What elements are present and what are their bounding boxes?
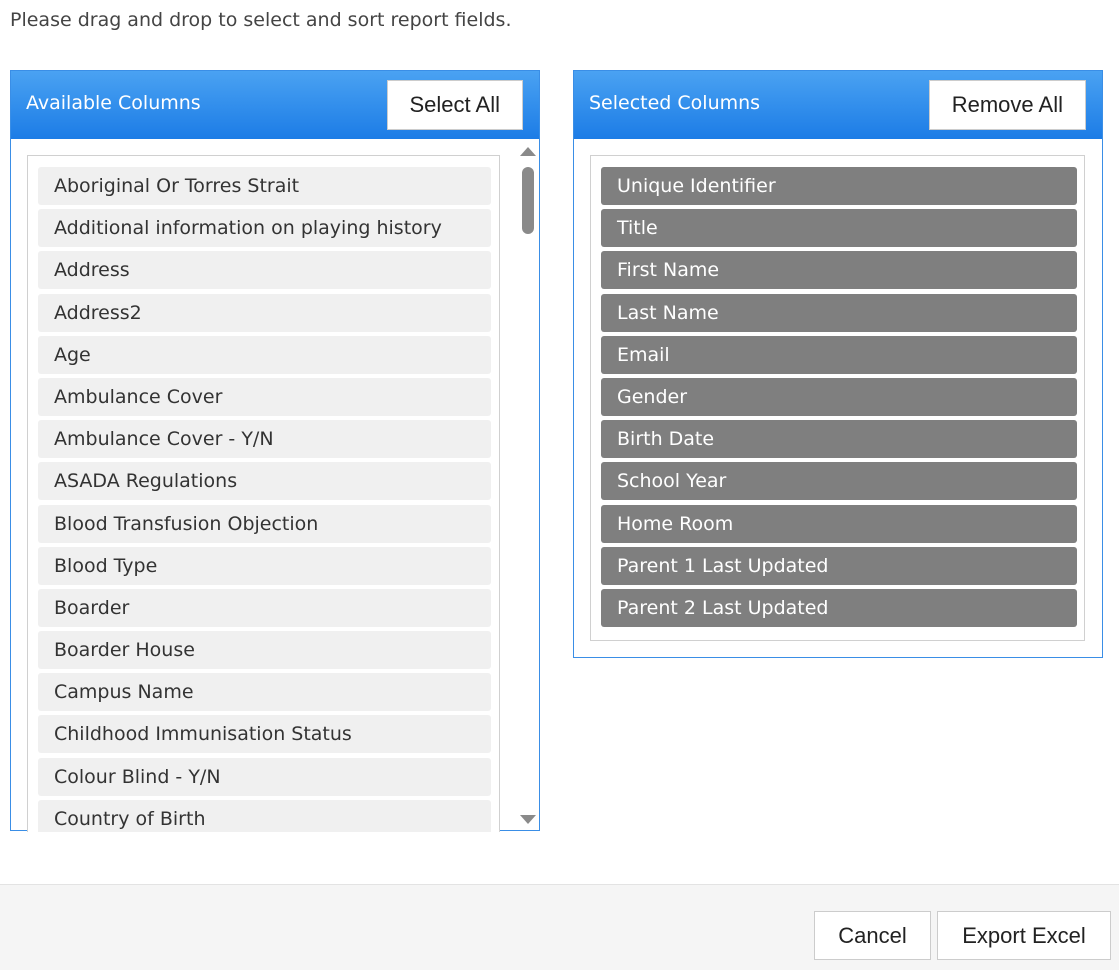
available-columns-header: Available Columns Select All	[11, 71, 539, 139]
available-column-item[interactable]: Ambulance Cover	[38, 377, 491, 416]
available-column-item[interactable]: Blood Type	[38, 546, 491, 585]
available-column-item[interactable]: Address	[38, 251, 491, 290]
available-column-item[interactable]: Colour Blind - Y/N	[38, 757, 491, 796]
available-columns-scrollbar[interactable]	[517, 139, 539, 830]
available-columns-title: Available Columns	[26, 92, 201, 114]
selected-column-item[interactable]: School Year	[601, 462, 1077, 501]
selected-column-item[interactable]: First Name	[601, 251, 1077, 290]
available-column-item[interactable]: Age	[38, 335, 491, 374]
cancel-button[interactable]: Cancel	[814, 911, 931, 960]
remove-all-button[interactable]: Remove All	[928, 80, 1086, 130]
selected-column-item[interactable]: Gender	[601, 377, 1077, 416]
available-column-item[interactable]: ASADA Regulations	[38, 462, 491, 501]
available-column-item[interactable]: Boarder	[38, 588, 491, 627]
available-column-item[interactable]: Boarder House	[38, 631, 491, 670]
instructions-text: Please drag and drop to select and sort …	[10, 9, 512, 31]
available-column-item[interactable]: Childhood Immunisation Status	[38, 715, 491, 754]
available-column-item[interactable]: Campus Name	[38, 673, 491, 712]
select-all-button[interactable]: Select All	[386, 80, 523, 130]
available-column-item[interactable]: Aboriginal Or Torres Strait	[38, 167, 491, 205]
selected-columns-list[interactable]: Unique Identifier Title First Name Last Nam…	[591, 156, 1084, 627]
selected-columns-panel: Selected Columns Remove All Unique Ident…	[573, 70, 1103, 658]
selected-column-item[interactable]: Home Room	[601, 504, 1077, 543]
available-column-item[interactable]: Ambulance Cover - Y/N	[38, 420, 491, 459]
selected-column-item[interactable]: Last Name	[601, 293, 1077, 332]
selected-columns-list-box[interactable]: Unique Identifier Title First Name Last Nam…	[590, 155, 1085, 641]
selected-column-item[interactable]: Unique Identifier	[601, 167, 1077, 205]
selected-column-item[interactable]: Title	[601, 209, 1077, 248]
available-column-item[interactable]: Country of Birth	[38, 799, 491, 832]
selected-column-item[interactable]: Parent 1 Last Updated	[601, 546, 1077, 585]
selected-columns-title: Selected Columns	[589, 92, 761, 114]
scroll-down-arrow-icon[interactable]	[520, 815, 536, 824]
scrollbar-thumb[interactable]	[522, 167, 534, 234]
selected-column-item[interactable]: Birth Date	[601, 420, 1077, 459]
available-columns-list[interactable]: Aboriginal Or Torres Strait Additional in…	[28, 156, 499, 832]
available-columns-panel: Available Columns Select All Aboriginal …	[10, 70, 540, 832]
selected-column-item[interactable]: Email	[601, 335, 1077, 374]
export-excel-button[interactable]: Export Excel	[937, 911, 1111, 960]
available-column-item[interactable]: Blood Transfusion Objection	[38, 504, 491, 543]
available-column-item[interactable]: Address2	[38, 293, 491, 332]
available-column-item[interactable]: Additional information on playing histor…	[38, 209, 491, 248]
selected-columns-header: Selected Columns Remove All	[574, 71, 1102, 139]
scroll-up-arrow-icon[interactable]	[520, 147, 536, 156]
dialog-footer: Cancel Export Excel	[0, 884, 1119, 970]
selected-column-item[interactable]: Parent 2 Last Updated	[601, 588, 1077, 627]
available-columns-list-box[interactable]: Aboriginal Or Torres Strait Additional in…	[27, 155, 500, 832]
